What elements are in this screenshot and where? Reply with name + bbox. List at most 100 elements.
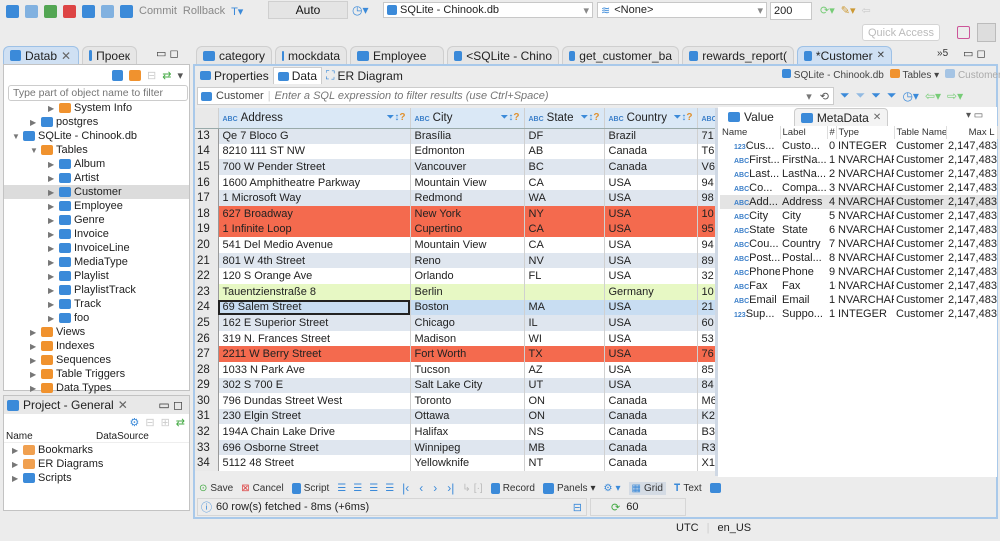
collapse-icon[interactable]: ⊟ (145, 416, 154, 429)
close-icon[interactable]: ✕ (118, 398, 128, 412)
tab-data[interactable]: Data (272, 67, 323, 84)
row-number[interactable]: 18 (195, 205, 219, 222)
table-row[interactable]: 24 69 Salem Street Boston MA USA 21 (195, 299, 716, 316)
row-number[interactable]: 31 (195, 408, 219, 425)
metadata-column-header[interactable]: Name (720, 126, 781, 139)
column-header[interactable]: ABC Country ⏷↕? (604, 108, 698, 129)
grid-cell[interactable]: 1 Infinite Loop (218, 221, 411, 238)
grid-cell[interactable]: Winnipeg (410, 439, 525, 456)
grid-cell[interactable]: K2 (697, 408, 716, 425)
grid-cell[interactable]: DF (524, 128, 605, 144)
tab-metadata[interactable]: MetaData ✕ (793, 108, 889, 126)
grid-cell[interactable]: 627 Broadway (218, 205, 411, 222)
collapsed-icon[interactable]: ▶ (12, 460, 20, 469)
tree-item[interactable]: ▶ System Info (4, 101, 189, 115)
more-tabs-button[interactable]: »5 (937, 48, 948, 59)
grid-cell[interactable]: 302 S 700 E (218, 377, 411, 394)
table-row[interactable]: 21 801 W 4th Street Reno NV USA 89 (195, 252, 716, 269)
metadata-column-header[interactable]: Table Name (894, 126, 947, 139)
previous-page-icon[interactable]: ‹ (419, 481, 423, 495)
grid-cell[interactable]: Cupertino (410, 221, 525, 238)
commit-button[interactable]: Commit (139, 5, 177, 17)
grid-cell[interactable]: USA (604, 346, 698, 362)
grid-cell[interactable]: 801 W 4th Street (218, 252, 411, 269)
panel-menu[interactable]: ▾ ▭ (966, 110, 983, 121)
chevron-down-icon[interactable]: ▾ (806, 90, 812, 103)
grid-cell[interactable]: TX (524, 346, 605, 362)
collapsed-icon[interactable]: ▶ (48, 314, 56, 323)
tools-icon[interactable]: ✎▾ (841, 4, 856, 17)
metadata-row[interactable]: ABCState State 6 NVARCHAR Customer 2,147,483 (720, 223, 997, 237)
project-item[interactable]: ▶ Scripts (4, 471, 189, 485)
grid-cell[interactable]: WA (524, 190, 605, 206)
metadata-row[interactable]: ABCCo... Compa... 3 NVARCHAR Customer 2,147,4… (720, 181, 997, 195)
quick-access-input[interactable]: Quick Access (862, 24, 940, 41)
grid-cell[interactable]: Qe 7 Bloco G (218, 128, 411, 144)
disconnect-icon[interactable] (25, 4, 38, 18)
row-number[interactable]: 16 (195, 174, 219, 191)
column-header[interactable]: ABC State ⏷↕? (524, 108, 605, 129)
editor-tab[interactable]: rewards_report( (682, 46, 794, 64)
row-number[interactable]: 19 (195, 221, 219, 238)
close-icon[interactable]: ✕ (61, 49, 71, 63)
last-page-icon[interactable]: ›| (447, 481, 454, 495)
row-number[interactable]: 23 (195, 283, 219, 300)
clear-filter-icon[interactable]: ⏷ (856, 88, 866, 103)
grid-cell[interactable]: USA (604, 361, 698, 378)
navigator-filter-input[interactable] (8, 85, 188, 101)
row-number[interactable]: 29 (195, 377, 219, 394)
metadata-row[interactable]: ABCLast... LastNa... 2 NVARCHAR Customer 2,14… (720, 167, 997, 181)
collapsed-icon[interactable]: ▶ (30, 118, 38, 127)
grid-cell[interactable]: AZ (524, 361, 605, 378)
metadata-column-header[interactable]: Label (780, 126, 828, 139)
collapsed-icon[interactable]: ▶ (30, 384, 38, 393)
tree-item[interactable]: ▶ Indexes (4, 339, 189, 353)
table-row[interactable]: 25 162 E Superior Street Chicago IL USA 60 (195, 315, 716, 331)
tree-item[interactable]: ▶ Data Types (4, 381, 189, 395)
grid-cell[interactable]: USA (604, 330, 698, 347)
breadcrumb-connection[interactable]: SQLite - Chinook.db (782, 69, 884, 81)
grid-cell[interactable]: 53 (697, 330, 716, 347)
grid-cell[interactable]: 319 N. Frances Street (218, 330, 411, 347)
collapsed-icon[interactable]: ▶ (48, 104, 56, 113)
row-number[interactable]: 14 (195, 143, 219, 160)
grid-cell[interactable]: 700 W Pender Street (218, 159, 411, 175)
metadata-row[interactable]: ABCEmail Email 1 NVARCHAR Customer 2,147,483 (720, 293, 997, 307)
edit-row-icon[interactable]: ☰ (337, 483, 346, 494)
filter-sort-icon[interactable]: ⏷↕? (673, 112, 692, 123)
collapsed-icon[interactable]: ▶ (12, 474, 20, 483)
grid-cell[interactable]: AB (524, 143, 605, 160)
column-header[interactable]: ABC (697, 108, 716, 129)
row-number[interactable]: 13 (195, 128, 219, 144)
grid-cell[interactable]: USA (604, 174, 698, 191)
delete-row-icon[interactable]: ☰ (385, 483, 394, 494)
tree-item[interactable]: ▶ MediaType (4, 255, 189, 269)
tree-item[interactable]: ▶ foo (4, 311, 189, 325)
forward-icon[interactable]: ⇨▾ (947, 89, 963, 103)
collapsed-icon[interactable]: ▶ (48, 272, 56, 281)
collapsed-icon[interactable]: ▶ (48, 174, 56, 183)
grid-cell[interactable]: USA (604, 221, 698, 238)
filter-input[interactable] (274, 90, 803, 102)
grid-cell[interactable]: NS (524, 424, 605, 440)
grid-cell[interactable]: Mountain View (410, 174, 525, 191)
sql-editor-icon[interactable] (82, 4, 95, 18)
grid-cell[interactable]: 1 Microsoft Way (218, 190, 411, 206)
grid-cell[interactable]: ON (524, 408, 605, 425)
project-tab[interactable]: Project - General ✕ ▭ ◻ (4, 396, 189, 414)
table-row[interactable]: 16 1600 Amphitheatre Parkway Mountain View… (195, 174, 716, 191)
grid-cell[interactable]: 696 Osborne Street (218, 439, 411, 456)
grid-cell[interactable]: Edmonton (410, 143, 525, 160)
grid-cell[interactable]: 230 Elgin Street (218, 408, 411, 425)
grid-cell[interactable]: 89 (697, 252, 716, 269)
grid-button[interactable]: ▦ Grid (628, 481, 666, 495)
next-page-icon[interactable]: › (433, 481, 437, 495)
grid-cell[interactable]: 8210 111 ST NW (218, 143, 411, 160)
minimize-maximize[interactable]: ▭ ◻ (158, 398, 189, 412)
row-number[interactable]: 24 (195, 299, 219, 316)
grid-cell[interactable] (524, 283, 605, 300)
editor-tab[interactable]: Employee (350, 46, 444, 64)
grid-cell[interactable]: 94 (697, 237, 716, 253)
collapsed-icon[interactable]: ▶ (48, 160, 56, 169)
tab-er-diagram[interactable]: ⛶ ER Diagram (322, 67, 407, 84)
